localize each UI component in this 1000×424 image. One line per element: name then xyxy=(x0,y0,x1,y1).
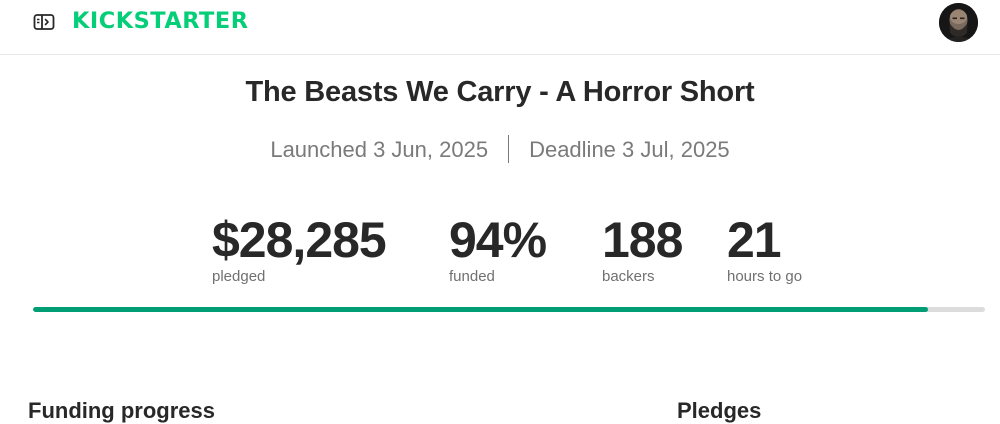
project-title: The Beasts We Carry - A Horror Short xyxy=(245,76,755,108)
time-left-label: hours to go xyxy=(727,268,803,285)
project-dates: Launched 3 Jun, 2025 Deadline 3 Jul, 2025 xyxy=(0,135,1000,163)
sidebar-toggle-icon[interactable] xyxy=(33,12,55,32)
stat-backers: 188 backers xyxy=(602,212,683,285)
user-avatar[interactable] xyxy=(939,3,978,42)
deadline-date: Deadline 3 Jul, 2025 xyxy=(529,137,730,162)
funding-progress-bar xyxy=(33,307,985,312)
funding-progress-fill xyxy=(33,307,928,312)
launch-date: Launched 3 Jun, 2025 xyxy=(270,137,489,162)
kickstarter-logo[interactable]: KICKSTARTER xyxy=(72,6,248,38)
funded-percent: 94% xyxy=(449,212,547,268)
pledges-heading: Pledges xyxy=(677,398,762,423)
stat-pledged: $28,285 pledged xyxy=(212,212,387,285)
pledged-label: pledged xyxy=(212,268,266,285)
pledged-amount: $28,285 xyxy=(212,212,387,268)
funded-label: funded xyxy=(449,268,495,285)
top-navigation-bar: KICKSTARTER xyxy=(0,0,1000,55)
funding-progress-heading: Funding progress xyxy=(28,398,215,423)
backers-label: backers xyxy=(602,268,655,285)
backers-count: 188 xyxy=(602,212,683,268)
time-left-value: 21 xyxy=(727,212,782,268)
date-divider xyxy=(508,135,510,163)
stat-funded: 94% funded xyxy=(449,212,547,285)
stat-time-left: 21 hours to go xyxy=(727,212,802,285)
